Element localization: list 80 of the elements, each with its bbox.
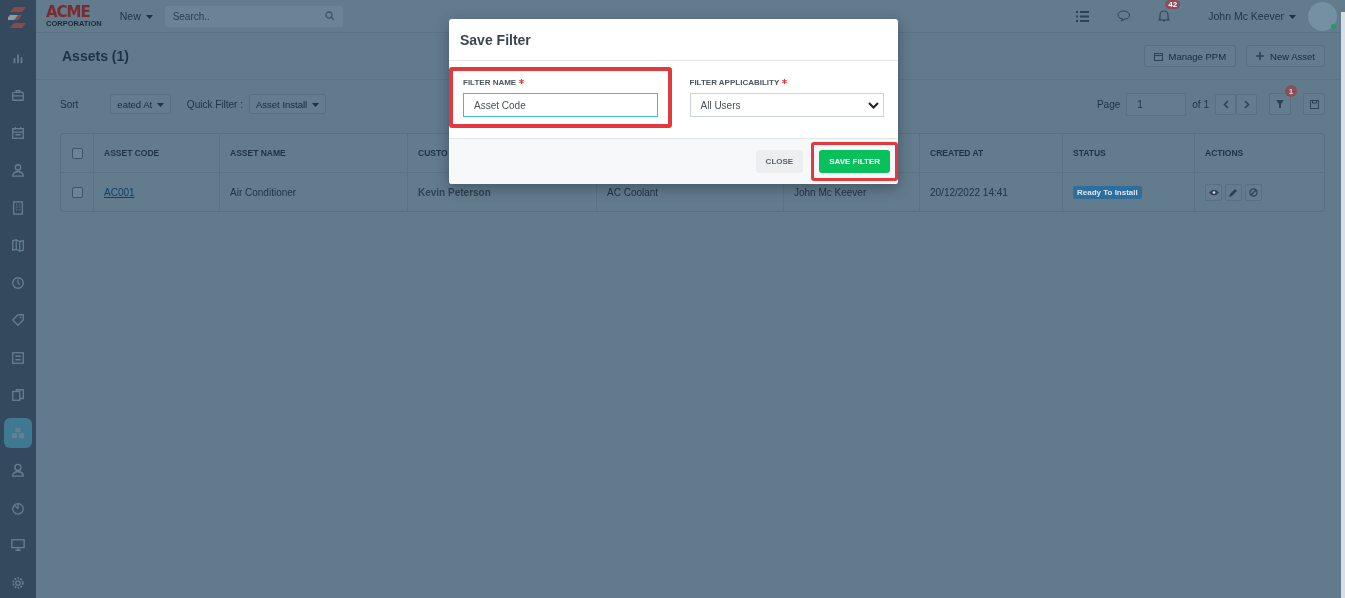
monitor-icon xyxy=(11,538,25,552)
pencil-icon xyxy=(1229,187,1238,197)
edit-button[interactable] xyxy=(1225,183,1242,201)
filter-button[interactable] xyxy=(1269,93,1291,115)
list-icon[interactable] xyxy=(1076,10,1090,22)
user-icon xyxy=(11,463,25,477)
chevron-down-icon xyxy=(868,101,879,109)
status-badge: Ready To Install xyxy=(1073,185,1142,199)
chat-icon[interactable] xyxy=(1117,10,1131,22)
cubes-icon xyxy=(11,425,25,440)
map-icon xyxy=(11,238,25,252)
column-header: ASSET NAME xyxy=(230,148,286,158)
search-field[interactable]: Search.. xyxy=(164,5,343,27)
quick-filter-dropdown[interactable]: Asset Install xyxy=(249,94,326,114)
next-page-button[interactable] xyxy=(1236,93,1257,115)
caret-icon xyxy=(1289,15,1296,20)
row-checkbox[interactable] xyxy=(71,186,83,198)
new-asset-button[interactable]: New Asset xyxy=(1246,45,1325,67)
page-title: Assets (1) xyxy=(62,48,129,64)
page-label: Page xyxy=(1096,98,1121,110)
asset-code-link[interactable]: AC001 xyxy=(104,186,135,198)
pie-icon xyxy=(11,500,25,515)
table-cell: John Mc Keever xyxy=(794,186,867,198)
table-cell: Kevin Peterson xyxy=(418,186,491,198)
page-count: of 1 xyxy=(1192,98,1209,110)
list-icon xyxy=(11,350,25,365)
calendar-icon xyxy=(11,125,25,140)
logo-icon xyxy=(8,7,28,29)
plus-icon xyxy=(1256,52,1265,60)
field-label: FILTER NAME xyxy=(463,78,517,87)
manage-ppm-button[interactable]: Manage PPM xyxy=(1143,45,1237,67)
clock-icon xyxy=(11,275,25,290)
view-button[interactable] xyxy=(1205,183,1222,201)
caret-icon xyxy=(145,15,153,20)
previous-page-button[interactable] xyxy=(1215,93,1236,115)
caret-icon xyxy=(311,103,319,107)
avatar[interactable] xyxy=(1308,1,1337,31)
search-icon xyxy=(324,11,335,21)
logo-name: ACME xyxy=(46,4,91,20)
column-header: STATUS xyxy=(1073,148,1106,158)
dialog-title: Save Filter xyxy=(460,31,531,48)
quick-filter-label: Quick Filter : xyxy=(186,98,243,110)
caret-icon xyxy=(156,103,164,107)
bell-icon[interactable] xyxy=(1158,8,1171,22)
chevron-right-icon xyxy=(1243,99,1250,109)
save-filter-button[interactable]: SAVE FILTER xyxy=(819,150,890,173)
column-header: CREATED AT xyxy=(930,148,984,158)
page-field[interactable]: 1 xyxy=(1126,92,1187,116)
tag-icon xyxy=(11,313,25,327)
column-header: CUSTO xyxy=(418,148,448,158)
notification-badge: 42 xyxy=(1165,0,1181,9)
filter-name-field[interactable]: Asset Code xyxy=(463,93,658,117)
applicability-dropdown[interactable]: All Users xyxy=(689,93,884,117)
settings-icon xyxy=(11,575,25,590)
documents-icon xyxy=(11,388,25,402)
person-icon xyxy=(11,163,25,177)
table-cell: Air Conditioner xyxy=(230,186,297,198)
close-button[interactable]: CLOSE xyxy=(755,150,804,173)
column-header: ASSET CODE xyxy=(104,148,160,158)
sidebar-item[interactable] xyxy=(4,417,32,448)
ban-icon xyxy=(1249,187,1258,197)
filter-count-badge: 1 xyxy=(1285,85,1297,97)
select-all-checkbox[interactable] xyxy=(71,147,83,159)
table-cell: 20/12/2022 14:41 xyxy=(930,186,1008,198)
briefcase-icon xyxy=(11,88,25,102)
eye-icon xyxy=(1208,188,1219,196)
column-header: ACTIONS xyxy=(1205,148,1244,158)
disable-button[interactable] xyxy=(1245,183,1262,201)
filter-icon xyxy=(1276,100,1284,108)
user-menu[interactable]: John Mc Keever xyxy=(1208,10,1296,22)
field-label: FILTER APPLICABILITY xyxy=(689,78,780,87)
table-cell: AC Coolant xyxy=(607,186,659,198)
save-button[interactable] xyxy=(1303,93,1325,115)
building-icon xyxy=(11,200,25,215)
calendar-icon xyxy=(1153,51,1163,61)
sort-label: Sort xyxy=(60,98,79,110)
new-menu[interactable]: New xyxy=(119,10,153,22)
sort-dropdown[interactable]: eated At xyxy=(110,94,171,114)
chevron-left-icon xyxy=(1222,99,1229,109)
online-dot xyxy=(1331,23,1336,29)
